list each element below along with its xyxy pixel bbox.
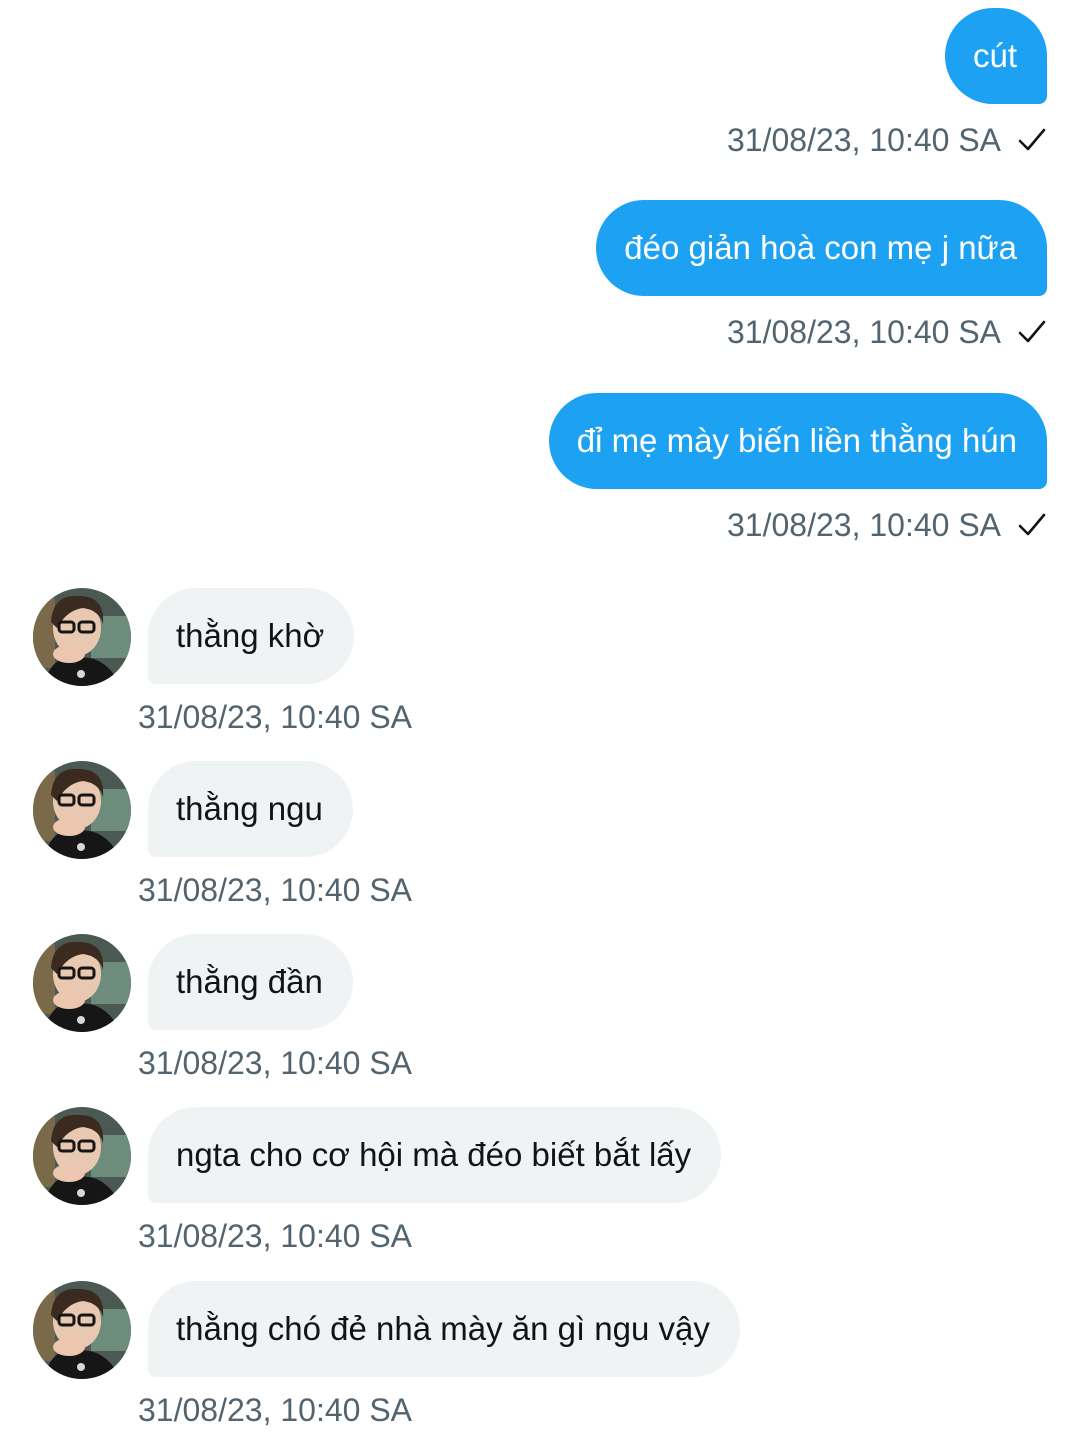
avatar-photo xyxy=(33,1107,131,1205)
sent-message-bubble[interactable]: cút xyxy=(944,8,1047,104)
sent-message-bubble[interactable]: đéo giản hoà con mẹ j nữa xyxy=(596,200,1047,296)
received-message[interactable]: thằng chó đẻ nhà mày ăn gì ngu vậy 31/08… xyxy=(33,1281,740,1428)
message-meta: 31/08/23, 10:40 SA xyxy=(727,507,1047,543)
check-icon xyxy=(1018,128,1046,151)
message-timestamp: 31/08/23, 10:40 SA xyxy=(138,872,412,908)
message-timestamp: 31/08/23, 10:40 SA xyxy=(138,1392,412,1428)
received-message-bubble[interactable]: thằng khờ xyxy=(148,588,355,684)
avatar-photo xyxy=(33,934,131,1032)
received-message[interactable]: thằng ngu 31/08/23, 10:40 SA xyxy=(33,761,412,908)
message-meta: 31/08/23, 10:40 SA xyxy=(727,314,1047,350)
message-timestamp: 31/08/23, 10:40 SA xyxy=(138,1045,412,1081)
received-message[interactable]: thằng đần 31/08/23, 10:40 SA xyxy=(33,934,412,1081)
received-message-bubble[interactable]: thằng chó đẻ nhà mày ăn gì ngu vậy xyxy=(148,1281,740,1377)
sent-message[interactable]: đéo giản hoà con mẹ j nữa 31/08/23, 10:4… xyxy=(596,200,1047,350)
message-meta: 31/08/23, 10:40 SA xyxy=(727,122,1047,158)
check-icon xyxy=(1018,513,1046,536)
sent-message-bubble[interactable]: đỉ mẹ mày biến liền thằng hún xyxy=(548,393,1047,489)
received-message[interactable]: ngta cho cơ hội mà đéo biết bắt lấy 31/0… xyxy=(33,1107,722,1254)
message-timestamp: 31/08/23, 10:40 SA xyxy=(727,507,1001,543)
user-avatar[interactable] xyxy=(33,1107,131,1205)
sent-message[interactable]: cút 31/08/23, 10:40 SA xyxy=(727,8,1047,158)
received-message[interactable]: thằng khờ 31/08/23, 10:40 SA xyxy=(33,588,412,735)
message-timestamp: 31/08/23, 10:40 SA xyxy=(727,314,1001,350)
user-avatar[interactable] xyxy=(33,934,131,1032)
avatar-photo xyxy=(33,761,131,859)
received-message-bubble[interactable]: ngta cho cơ hội mà đéo biết bắt lấy xyxy=(148,1107,722,1203)
message-timestamp: 31/08/23, 10:40 SA xyxy=(138,1218,412,1254)
user-avatar[interactable] xyxy=(33,588,131,686)
user-avatar[interactable] xyxy=(33,1281,131,1379)
avatar-photo xyxy=(33,1281,131,1379)
sent-message[interactable]: đỉ mẹ mày biến liền thằng hún 31/08/23, … xyxy=(548,393,1047,543)
avatar-photo xyxy=(33,588,131,686)
user-avatar[interactable] xyxy=(33,761,131,859)
conversation-thread[interactable]: cút 31/08/23, 10:40 SA đéo giản hoà con … xyxy=(0,0,1080,1443)
received-message-bubble[interactable]: thằng đần xyxy=(148,934,353,1030)
check-icon xyxy=(1018,320,1046,343)
message-timestamp: 31/08/23, 10:40 SA xyxy=(727,122,1001,158)
received-message-bubble[interactable]: thằng ngu xyxy=(148,761,353,857)
message-timestamp: 31/08/23, 10:40 SA xyxy=(138,699,412,735)
